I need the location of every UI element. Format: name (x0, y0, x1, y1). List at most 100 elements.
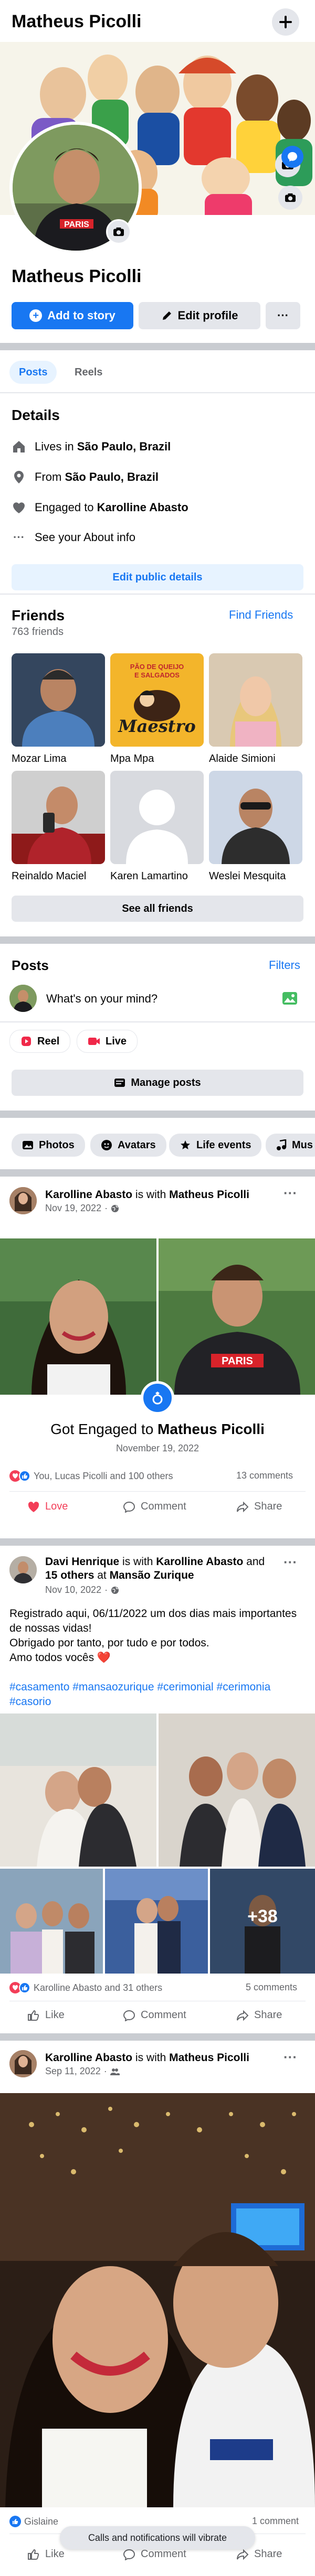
top-bar: Matheus Picolli (0, 0, 315, 42)
tab-posts[interactable]: Posts (9, 361, 57, 384)
see-all-friends-button[interactable]: See all friends (12, 896, 303, 922)
chip-music[interactable]: Mus (266, 1134, 315, 1157)
life-event-name[interactable]: Matheus Picolli (158, 1421, 265, 1437)
post3-comment-label: Comment (141, 2548, 186, 2560)
post2-date[interactable]: Nov 10, 2022 (45, 1585, 101, 1596)
post2-author-avatar[interactable] (9, 1556, 37, 1583)
post1-love-button[interactable]: Love (27, 1501, 68, 1513)
post1-author[interactable]: Karolline Abasto (45, 1189, 132, 1201)
edit-public-details-button[interactable]: Edit public details (12, 564, 303, 590)
friend-name-6[interactable]: Weslei Mesquita (209, 870, 302, 882)
life-event-title: Got Engaged to Matheus Picolli (50, 1421, 265, 1437)
friend-name-3[interactable]: Alaide Simioni (209, 753, 302, 765)
post2-photo-3[interactable] (0, 1869, 103, 1974)
plus-icon[interactable] (272, 8, 299, 36)
friend-photo-6[interactable] (209, 771, 302, 864)
post3-author[interactable]: Karolline Abasto (45, 2052, 132, 2064)
post2-like-button[interactable]: Like (27, 2009, 65, 2021)
post2-reactions[interactable]: Karolline Abasto and 31 others (9, 1982, 162, 1993)
lives-in-value[interactable]: São Paulo, Brazil (77, 440, 171, 453)
post-wedding: Davi Henrique is with Karolline Abasto a… (0, 1546, 315, 2033)
friend-photo-4[interactable] (12, 771, 105, 864)
chip-photos[interactable]: Photos (12, 1134, 85, 1157)
about-info-link[interactable]: ··· See your About info (12, 531, 135, 544)
post3-reactions[interactable]: Gislaine (9, 2516, 58, 2527)
post1-comment-button[interactable]: Comment (123, 1501, 186, 1513)
photo-icon[interactable] (281, 990, 298, 1007)
edit-profile-button[interactable]: Edit profile (139, 302, 260, 329)
post2-photo-4[interactable] (105, 1869, 208, 1974)
filters-link[interactable]: Filters (269, 958, 300, 972)
comment-icon (123, 2549, 135, 2560)
post2-author[interactable]: Davi Henrique (45, 1556, 119, 1568)
cover-camera-icon[interactable] (278, 186, 302, 210)
post2-hashtags[interactable]: #casamento #mansaozurique #cerimonial #c… (9, 1680, 306, 1709)
chip-life-events[interactable]: Life events (169, 1134, 262, 1157)
post1-photo-2[interactable]: PARIS (159, 1238, 315, 1395)
reel-button[interactable]: Reel (9, 1030, 71, 1053)
friend-name-5[interactable]: Karen Lamartino (110, 870, 204, 882)
friend-photo-3[interactable] (209, 653, 302, 747)
composer-avatar[interactable] (9, 985, 37, 1012)
post2-tagged[interactable]: Karolline Abasto (156, 1556, 243, 1568)
find-friends-link[interactable]: Find Friends (229, 608, 293, 622)
chip-avatars[interactable]: Avatars (90, 1134, 166, 1157)
manage-posts-button[interactable]: Manage posts (12, 1070, 303, 1096)
post1-reactions[interactable]: You, Lucas Picolli and 100 others (9, 1470, 173, 1482)
post2-place[interactable]: Mansão Zurique (110, 1569, 194, 1581)
details-section: Details Lives in São Paulo, Brazil From … (0, 394, 315, 594)
friend-photo-2[interactable]: PÃO DE QUEIJO E SALGADOS Maestro (110, 653, 204, 747)
friends-audience-icon (110, 2068, 120, 2075)
post1-comments-count[interactable]: 13 comments (236, 1470, 293, 1481)
heart-icon (13, 502, 25, 513)
about-info-label: See your About info (35, 531, 136, 544)
post3-more-icon[interactable]: ··· (284, 2049, 297, 2065)
live-button[interactable]: Live (77, 1030, 138, 1053)
composer-input[interactable]: What's on your mind? (46, 992, 158, 1006)
tab-reels[interactable]: Reels (65, 361, 112, 384)
post1-date[interactable]: Nov 19, 2022 (45, 1203, 101, 1214)
post3-author-avatar[interactable] (9, 2050, 37, 2077)
post2-more-icon[interactable]: ··· (284, 1554, 297, 1570)
post2-photo-1[interactable] (0, 1713, 156, 1867)
post1-author-avatar[interactable] (9, 1187, 37, 1214)
post3-comment-button[interactable]: Comment (123, 2548, 186, 2560)
friend-name-4[interactable]: Reinaldo Maciel (12, 870, 105, 882)
post2-photo-5[interactable]: +38 (210, 1869, 315, 1974)
post2-body: Registrado aqui, 06/11/2022 um dos dias … (9, 1607, 306, 1709)
post1-more-icon[interactable]: ··· (284, 1185, 297, 1201)
post3-comments-count[interactable]: 1 comment (252, 2516, 299, 2527)
post2-share-button[interactable]: Share (236, 2009, 282, 2021)
post1-share-button[interactable]: Share (236, 1501, 282, 1513)
life-event-date: November 19, 2022 (116, 1443, 200, 1453)
friend-name-2[interactable]: Mpa Mpa (110, 753, 204, 765)
from-value[interactable]: São Paulo, Brazil (65, 470, 159, 483)
more-options-button[interactable]: ··· (266, 302, 300, 329)
post2-photo-2[interactable] (159, 1713, 315, 1867)
posts-heading: Posts (12, 957, 49, 973)
engagement-ring-icon (141, 1381, 174, 1415)
post2-others[interactable]: 15 others (45, 1569, 94, 1581)
post3-share-button[interactable]: Share (236, 2548, 282, 2560)
add-to-story-label: Add to story (47, 309, 116, 322)
add-to-story-button[interactable]: + Add to story (12, 302, 133, 329)
post3-date[interactable]: Sep 11, 2022 (45, 2066, 101, 2077)
post3-tagged[interactable]: Matheus Picolli (169, 2052, 249, 2064)
post1-tagged[interactable]: Matheus Picolli (169, 1189, 249, 1201)
live-label: Live (106, 1035, 127, 1047)
post3-like-label: Like (45, 2548, 65, 2560)
post2-comment-button[interactable]: Comment (123, 2009, 186, 2021)
reel-icon (22, 1037, 31, 1046)
post3-like-button[interactable]: Like (27, 2548, 65, 2560)
post3-header-text: Karolline Abasto is with Matheus Picolli (45, 2052, 249, 2064)
friend-photo-1[interactable] (12, 653, 105, 747)
edit-profile-picture-camera-icon[interactable] (106, 219, 131, 244)
messenger-badge-icon (281, 146, 303, 168)
post2-comments-count[interactable]: 5 comments (246, 1982, 297, 1993)
friend-name-1[interactable]: Mozar Lima (12, 753, 105, 765)
see-all-friends-label: See all friends (122, 902, 193, 914)
friend-photo-5[interactable] (110, 771, 204, 864)
engaged-value[interactable]: Karolline Abasto (97, 501, 188, 514)
post1-photo-1[interactable] (0, 1238, 156, 1395)
post3-photo[interactable] (0, 2093, 315, 2507)
